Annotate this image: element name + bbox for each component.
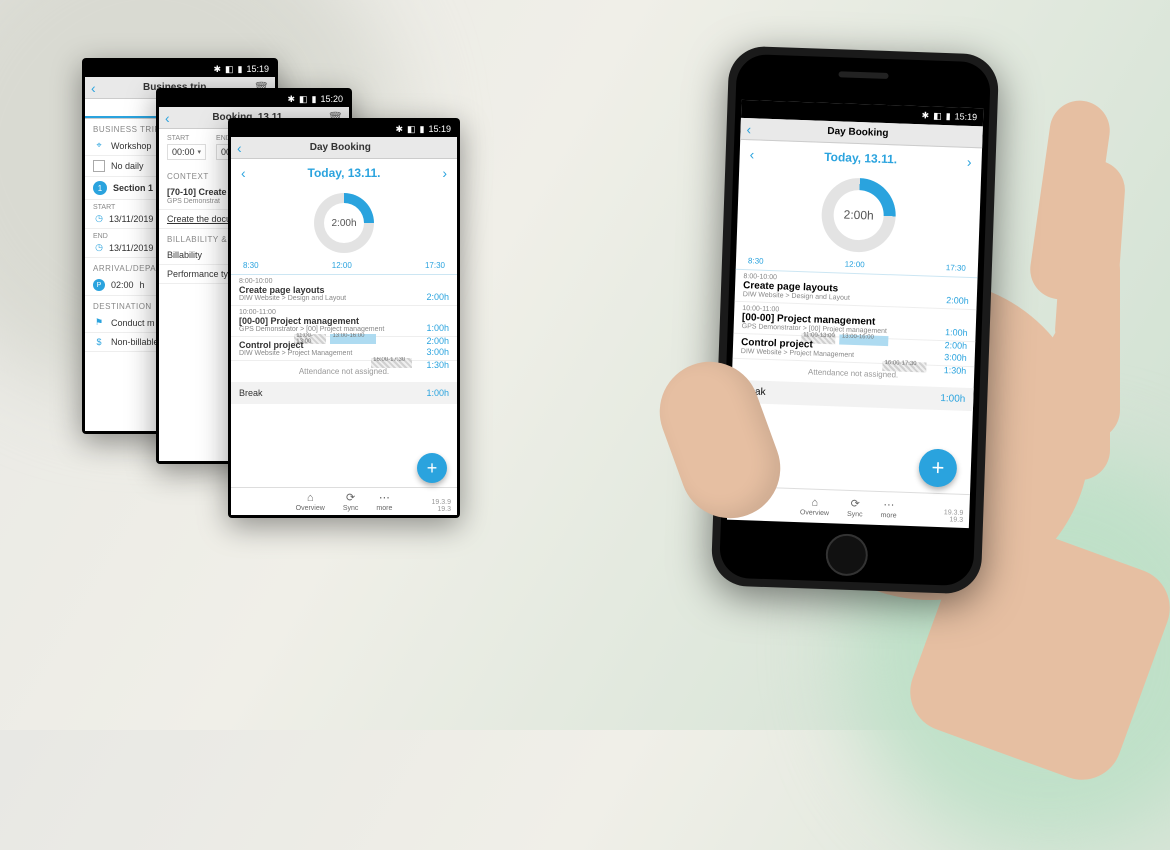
status-bar: ✱ ◧ ▮ 15:19	[85, 61, 275, 77]
chevron-down-icon: ▾	[198, 148, 202, 156]
home-icon: ⌂	[307, 492, 314, 504]
status-time: 15:20	[320, 94, 343, 104]
sync-icon: ⟳	[346, 491, 355, 504]
clock-icon: ◷	[93, 213, 105, 224]
donut-value: 2:00h	[843, 208, 874, 223]
entry-duration-2: 1:30h	[944, 365, 967, 376]
step-1-icon: 1	[93, 181, 107, 195]
entry-duration: 1:00h	[945, 327, 968, 338]
start-label: START	[167, 135, 206, 142]
entry-duration: 2:00h	[946, 295, 969, 306]
timeline-tick: 17:30	[425, 261, 445, 270]
next-day-icon[interactable]: ›	[967, 154, 972, 170]
status-bar: ✱◧▮ 15:19	[231, 121, 457, 137]
booking-entry[interactable]: Control project DIW Website > Project Ma…	[231, 337, 457, 361]
entry-time: 8:00-10:00	[239, 278, 449, 285]
phone-screen-day-booking: ✱◧▮ 15:19 ‹ Day Booking ‹ Today, 13.11. …	[228, 118, 460, 518]
more-icon: ⋯	[883, 498, 894, 511]
hand-holding-phone: ✱◧▮ 15:19 ‹ Day Booking ‹ Today, 13.11. …	[630, 40, 1110, 680]
break-duration: 1:00h	[426, 388, 449, 398]
entry-subtitle: GPS Demonstrator > [00] Project manageme…	[239, 326, 449, 333]
timeline-tick: 12:00	[845, 260, 865, 270]
start-field[interactable]: 00:00▾	[167, 144, 206, 160]
break-row[interactable]: Break 1:00h	[231, 382, 457, 404]
hours-donut: 2:00h	[820, 177, 897, 254]
next-day-icon[interactable]: ›	[442, 165, 447, 181]
entry-duration: 2:00h	[426, 292, 449, 302]
entry-time: 10:00-11:00	[239, 309, 449, 316]
day-label: Today, 13.11.	[824, 150, 897, 167]
nav-sync[interactable]: ⟳Sync	[343, 491, 359, 512]
break-label: Break	[239, 388, 263, 398]
day-label: Today, 13.11.	[308, 166, 381, 180]
pin-icon: ⌖	[93, 140, 105, 151]
timeline: 8:30 12:00 17:30	[231, 261, 457, 275]
nav-overview[interactable]: ⌂Overview	[800, 496, 830, 517]
status-time: 15:19	[954, 111, 977, 122]
titlebar: ‹ Day Booking	[231, 137, 457, 159]
clock-icon: ◷	[93, 242, 105, 253]
entry-duration: 1:00h	[426, 323, 449, 333]
nav-sync[interactable]: ⟳Sync	[847, 497, 863, 519]
prev-day-icon[interactable]: ‹	[749, 146, 754, 162]
hours-donut: 2:00h	[314, 193, 374, 253]
break-duration: 1:00h	[940, 393, 965, 405]
status-time: 15:19	[428, 124, 451, 134]
booking-entry[interactable]: 10:00-11:00 [00-00] Project management G…	[231, 306, 457, 337]
day-nav: ‹ Today, 13.11. ›	[231, 159, 457, 187]
nav-more[interactable]: ⋯more	[880, 498, 897, 520]
nav-more[interactable]: ⋯more	[376, 491, 392, 512]
flag-icon: ⚑	[93, 317, 105, 328]
battery-icon: ▮	[238, 64, 243, 75]
page-title: Day Booking	[751, 123, 965, 141]
timeline-tick: 17:30	[946, 263, 966, 273]
status-time: 15:19	[246, 64, 269, 74]
dollar-icon: $	[93, 337, 105, 347]
entry-title: Control project	[239, 340, 449, 350]
timeline-tick: 8:30	[243, 261, 259, 270]
attendance-note: Attendance not assigned.	[231, 361, 457, 382]
checkbox-icon[interactable]	[93, 160, 105, 172]
version-label: 19.3.919.3	[943, 509, 963, 524]
entry-duration: 3:00h	[426, 347, 449, 357]
donut-value: 2:00h	[331, 218, 356, 229]
prev-day-icon[interactable]: ‹	[241, 165, 246, 181]
version-label: 19.3.919.3	[432, 499, 451, 513]
bottom-bar: ⌂Overview ⟳Sync ⋯more	[231, 487, 457, 515]
entry-duration: 3:00h	[944, 352, 967, 363]
parking-icon: P	[93, 279, 105, 291]
entry-subtitle: DIW Website > Design and Layout	[239, 295, 449, 302]
entry-title: [00-00] Project management	[239, 316, 449, 326]
status-bar: ✱◧▮ 15:20	[159, 91, 349, 107]
signal-icon: ◧	[225, 64, 234, 75]
home-icon: ⌂	[811, 496, 818, 508]
entry-title: Create page layouts	[239, 285, 449, 295]
sync-icon: ⟳	[850, 497, 860, 510]
entry-duration-2: 1:30h	[426, 360, 449, 370]
entry-subtitle: DIW Website > Project Management	[239, 350, 449, 357]
more-icon: ⋯	[379, 491, 390, 504]
page-title: Day Booking	[242, 142, 439, 153]
add-button[interactable]: +	[417, 453, 447, 483]
booking-entry[interactable]: 8:00-10:00 Create page layouts DIW Websi…	[231, 275, 457, 306]
bluetooth-icon: ✱	[213, 64, 221, 75]
timeline-tick: 12:00	[332, 261, 352, 270]
timeline-tick: 8:30	[748, 256, 764, 266]
nav-overview[interactable]: ⌂Overview	[296, 492, 325, 512]
